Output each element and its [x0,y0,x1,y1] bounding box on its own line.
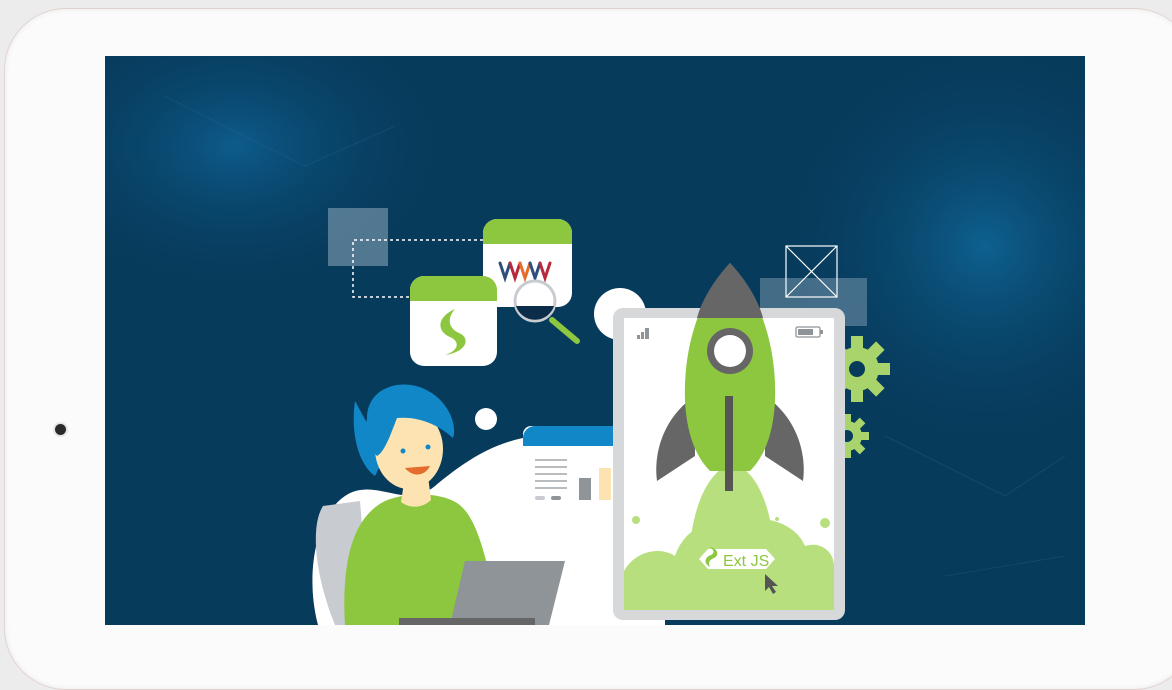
floating-square [328,208,388,266]
bg-glow-left [105,56,455,296]
hero-illustration: Ext JS [105,56,1085,625]
sparkle-dot [632,516,640,524]
ext-js-label: Ext JS [723,553,769,570]
tablet-camera [55,424,66,435]
sencha-logo-icon [410,276,497,366]
ext-js-badge: Ext JS [699,547,775,570]
sparkle-dot [820,518,830,528]
sparkle-dot [775,517,779,521]
bubble-dot [475,408,497,430]
